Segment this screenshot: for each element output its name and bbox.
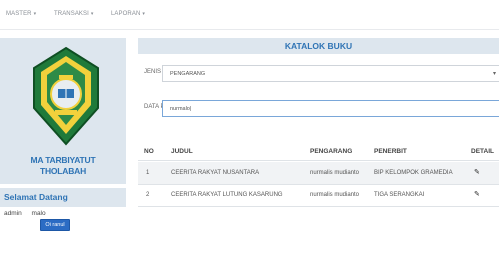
user-name: malo bbox=[31, 210, 46, 217]
search-type-select[interactable]: PENGARANG ▾ bbox=[162, 65, 499, 82]
row-pengarang: nurmalis mudianto bbox=[310, 192, 360, 198]
row-penerbit: BIP KELOMPOK GRAMEDIA bbox=[374, 170, 453, 176]
chevron-down-icon: ▾ bbox=[492, 71, 496, 77]
table-divider bbox=[138, 206, 499, 207]
caret-down-icon: ▾ bbox=[142, 11, 146, 17]
row-no: 2 bbox=[146, 192, 150, 198]
row-pengarang: nurmalis mudianto bbox=[310, 170, 360, 176]
search-type-value: PENGARANG bbox=[170, 71, 206, 77]
user-info: admin malo bbox=[4, 210, 54, 217]
search-data-value: nurmalo| bbox=[170, 106, 192, 112]
logo-panel bbox=[0, 38, 126, 148]
top-navbar: MASTER ▾ TRANSAKSI ▾ LAPORAN ▾ bbox=[0, 0, 499, 30]
search-data-input[interactable]: nurmalo| bbox=[162, 100, 499, 117]
nav-laporan[interactable]: LAPORAN ▾ bbox=[111, 11, 145, 17]
welcome-heading: Selamat Datang bbox=[0, 188, 126, 207]
row-penerbit: TIGA SERANGKAI bbox=[374, 192, 425, 198]
school-name-line1: MA TARBIYATUT bbox=[30, 155, 96, 165]
caret-down-icon: ▾ bbox=[33, 11, 37, 17]
row-judul: CEERITA RAKYAT NUSANTARA bbox=[171, 170, 260, 176]
col-header-pengarang: PENGARANG bbox=[310, 148, 353, 155]
row-judul: CEERITA RAKYAT LUTUNG KASARUNG bbox=[171, 192, 283, 198]
school-name-line2: THOLABAH bbox=[39, 166, 87, 176]
caret-down-icon: ▾ bbox=[90, 11, 94, 17]
nav-transaksi[interactable]: TRANSAKSI ▾ bbox=[54, 11, 94, 17]
school-logo bbox=[33, 46, 99, 146]
col-header-no: NO bbox=[144, 148, 154, 155]
pencil-icon[interactable]: ✎ bbox=[474, 168, 480, 176]
col-header-penerbit: PENERBIT bbox=[374, 148, 407, 155]
col-header-detail: DETAIL bbox=[471, 148, 494, 155]
nav-laporan-label: LAPORAN bbox=[111, 11, 141, 17]
nav-transaksi-label: TRANSAKSI bbox=[54, 11, 89, 17]
logout-button[interactable]: Oi ranul bbox=[40, 219, 70, 231]
nav-master-label: MASTER bbox=[6, 11, 32, 17]
col-header-judul: JUDUL bbox=[171, 148, 193, 155]
user-role: admin bbox=[4, 210, 22, 217]
sidebar: MA TARBIYATUT THOLABAH Selamat Datang ad… bbox=[0, 38, 126, 255]
page-title: KATALOK BUKU bbox=[138, 38, 499, 54]
pencil-icon[interactable]: ✎ bbox=[474, 190, 480, 198]
nav-master[interactable]: MASTER ▾ bbox=[6, 11, 36, 17]
row-no: 1 bbox=[146, 170, 150, 176]
table-divider bbox=[138, 160, 499, 161]
table-divider bbox=[138, 184, 499, 185]
school-name: MA TARBIYATUT THOLABAH bbox=[0, 148, 126, 184]
